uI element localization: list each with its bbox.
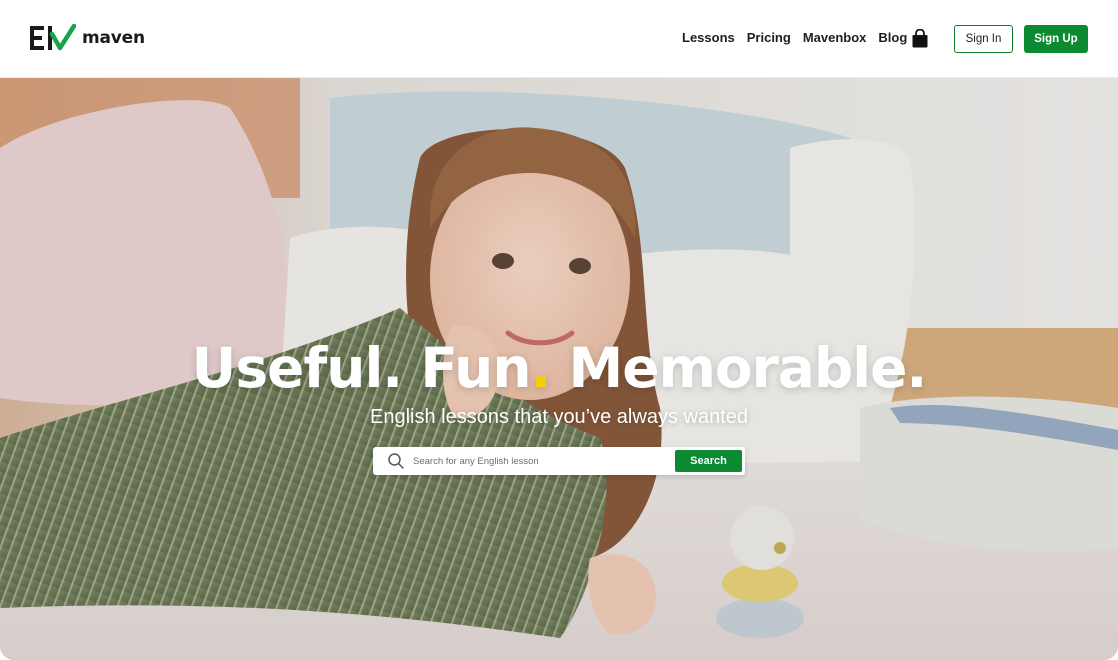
nav-item-blog[interactable]: Blog	[878, 30, 907, 45]
lesson-search-bar: Search	[373, 447, 745, 475]
logo-text: maven	[82, 28, 145, 48]
search-icon	[388, 453, 404, 469]
main-nav: Lessons Pricing Mavenbox Blog	[682, 30, 907, 45]
headline-part-1: Useful. Fun	[191, 336, 532, 400]
shopping-bag-icon[interactable]	[911, 29, 929, 48]
nav-item-lessons[interactable]: Lessons	[682, 30, 735, 45]
logo[interactable]: maven	[30, 24, 145, 52]
sign-up-button[interactable]: Sign Up	[1024, 25, 1088, 53]
sign-in-button[interactable]: Sign In	[954, 25, 1013, 53]
headline-accent-dot: .	[530, 336, 551, 400]
hero-headline: Useful. Fun. Memorable.	[0, 336, 1118, 400]
nav-item-mavenbox[interactable]: Mavenbox	[803, 30, 867, 45]
hero-section: Useful. Fun. Memorable. English lessons …	[0, 78, 1118, 660]
search-button[interactable]: Search	[675, 450, 742, 472]
logo-icon	[30, 24, 76, 51]
top-navbar: maven Lessons Pricing Mavenbox Blog Sign…	[0, 0, 1118, 78]
headline-part-2: Memorable.	[550, 336, 928, 400]
hero-subheadline: English lessons that you’ve always wante…	[370, 406, 748, 428]
search-input[interactable]	[413, 451, 663, 471]
page: maven Lessons Pricing Mavenbox Blog Sign…	[0, 0, 1118, 660]
nav-item-pricing[interactable]: Pricing	[747, 30, 791, 45]
